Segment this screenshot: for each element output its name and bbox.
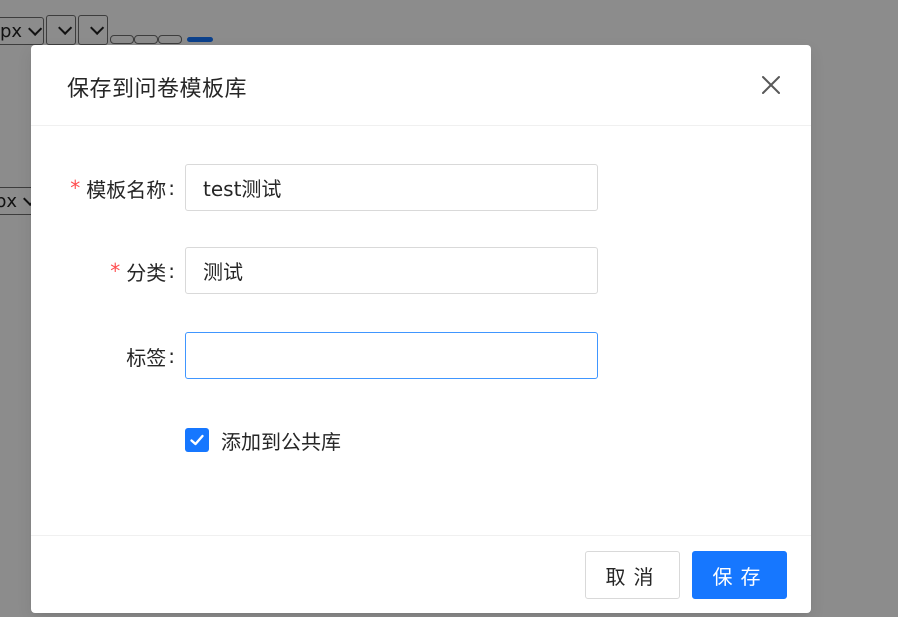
tags-input[interactable]: [185, 332, 598, 379]
save-button[interactable]: 保存: [692, 551, 787, 599]
save-template-dialog: 保存到问卷模板库 * 模板名称 : * 分类 : 标签 :: [31, 45, 811, 613]
form-label-colon: :: [168, 259, 175, 283]
form-label: * 模板名称 :: [70, 164, 175, 212]
required-asterisk: *: [70, 176, 81, 200]
dialog-title: 保存到问卷模板库: [67, 77, 248, 102]
form-label: 标签 :: [126, 332, 175, 380]
dialog-header: 保存到问卷模板库: [31, 45, 811, 126]
form-item-tags: 标签 :: [31, 332, 811, 380]
checkbox-label: 添加到公共库: [221, 429, 341, 454]
form-label-colon: :: [168, 344, 175, 368]
form-label-text: 模板名称: [86, 177, 167, 202]
form-label-text: 分类: [126, 260, 167, 285]
add-to-public-library-checkbox[interactable]: 添加到公共库: [185, 428, 341, 454]
form-label-text: 标签: [126, 345, 167, 370]
dialog-footer: 取消 保存: [31, 535, 811, 613]
form-item-template-name: * 模板名称 :: [31, 164, 811, 212]
check-icon: [190, 434, 204, 446]
form-item-category: * 分类 :: [31, 247, 811, 295]
close-button[interactable]: [757, 71, 785, 99]
close-icon: [762, 76, 780, 94]
template-name-input[interactable]: [185, 164, 598, 211]
cancel-button[interactable]: 取消: [585, 551, 680, 599]
form-label-colon: :: [168, 176, 175, 200]
required-asterisk: *: [110, 259, 121, 283]
form-label: * 分类 :: [110, 247, 175, 295]
category-input[interactable]: [185, 247, 598, 294]
checkbox-checked[interactable]: [185, 428, 209, 452]
